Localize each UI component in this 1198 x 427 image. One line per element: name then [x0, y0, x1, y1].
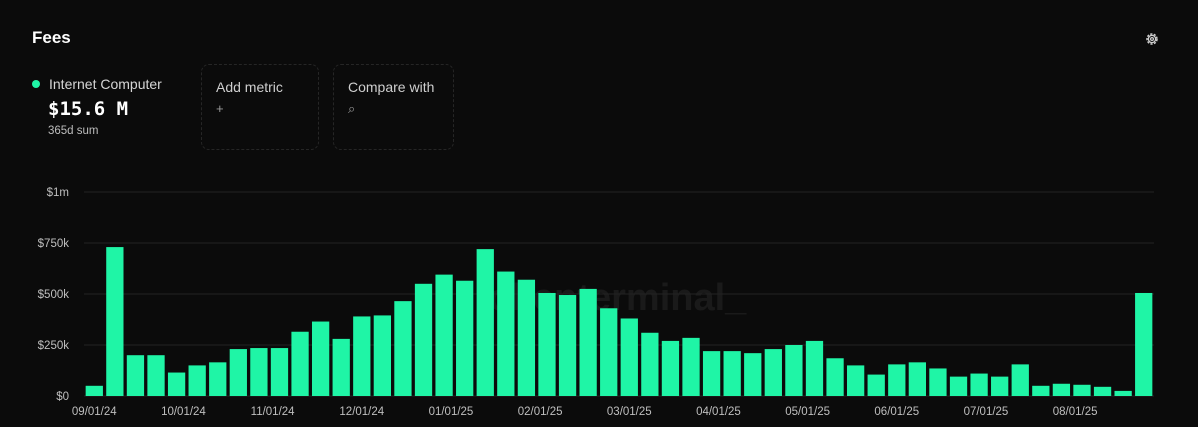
bar[interactable] [167, 372, 186, 396]
bar[interactable] [785, 345, 803, 396]
bar[interactable] [1073, 384, 1091, 396]
bar[interactable] [558, 295, 577, 396]
bar[interactable] [702, 351, 721, 396]
bar[interactable] [620, 318, 638, 396]
y-tick-label: $750k [38, 238, 70, 250]
bar[interactable] [311, 321, 330, 396]
bar[interactable] [517, 279, 536, 396]
bar[interactable] [373, 315, 391, 396]
x-tick-label: 02/01/25 [518, 406, 563, 418]
bar-chart: tokenterminal_ $0$250k$500k$750k$1m 09/0… [38, 187, 1154, 418]
x-tick-label: 07/01/25 [964, 406, 1009, 418]
bar[interactable] [682, 337, 700, 396]
bar[interactable] [476, 249, 494, 396]
bar[interactable] [908, 362, 926, 396]
bar[interactable] [291, 331, 309, 396]
x-tick-label: 06/01/25 [874, 406, 919, 418]
bar[interactable] [209, 362, 227, 396]
y-tick-label: $1m [47, 187, 69, 199]
x-tick-label: 12/01/24 [339, 406, 384, 418]
bar[interactable] [497, 271, 515, 396]
bar[interactable] [888, 364, 906, 396]
bar[interactable] [867, 374, 885, 396]
bar[interactable] [250, 348, 268, 396]
bar[interactable] [229, 349, 247, 396]
bar[interactable] [826, 358, 844, 396]
bar[interactable] [126, 355, 145, 396]
bar[interactable] [579, 288, 597, 396]
y-tick-label: $500k [38, 289, 70, 301]
bar[interactable] [723, 351, 741, 396]
bar[interactable] [744, 353, 762, 396]
bar[interactable] [270, 348, 289, 396]
bar[interactable] [970, 373, 988, 396]
x-tick-label: 08/01/25 [1053, 406, 1098, 418]
bar[interactable] [1052, 383, 1071, 396]
y-tick-label: $250k [38, 340, 70, 352]
bar[interactable] [353, 316, 371, 396]
bar[interactable] [1135, 292, 1153, 396]
x-tick-label: 11/01/24 [251, 406, 296, 418]
bar[interactable] [414, 283, 433, 396]
bar[interactable] [1093, 386, 1112, 396]
bar[interactable] [929, 368, 947, 396]
bar[interactable] [538, 292, 556, 396]
bar[interactable] [147, 355, 165, 396]
bar[interactable] [600, 308, 618, 396]
bar[interactable] [805, 340, 824, 396]
bar[interactable] [661, 340, 680, 396]
bar[interactable] [85, 385, 103, 396]
bar[interactable] [1032, 385, 1050, 396]
bar[interactable] [641, 332, 659, 396]
bar[interactable] [949, 376, 968, 396]
x-tick-label: 03/01/25 [607, 406, 652, 418]
bar[interactable] [991, 376, 1009, 396]
x-tick-label: 10/01/24 [161, 406, 206, 418]
bar[interactable] [394, 301, 412, 396]
x-tick-label: 09/01/24 [72, 406, 117, 418]
bar[interactable] [435, 274, 453, 396]
bar[interactable] [1114, 390, 1132, 396]
x-tick-label: 05/01/25 [785, 406, 830, 418]
bar[interactable] [188, 365, 206, 396]
x-tick-label: 01/01/25 [429, 406, 474, 418]
bar[interactable] [332, 338, 350, 396]
bar[interactable] [106, 247, 124, 396]
bar[interactable] [456, 280, 474, 396]
bar[interactable] [846, 365, 865, 396]
bar[interactable] [764, 349, 782, 396]
x-tick-label: 04/01/25 [696, 406, 741, 418]
bar[interactable] [1011, 364, 1029, 396]
y-tick-label: $0 [56, 391, 69, 403]
